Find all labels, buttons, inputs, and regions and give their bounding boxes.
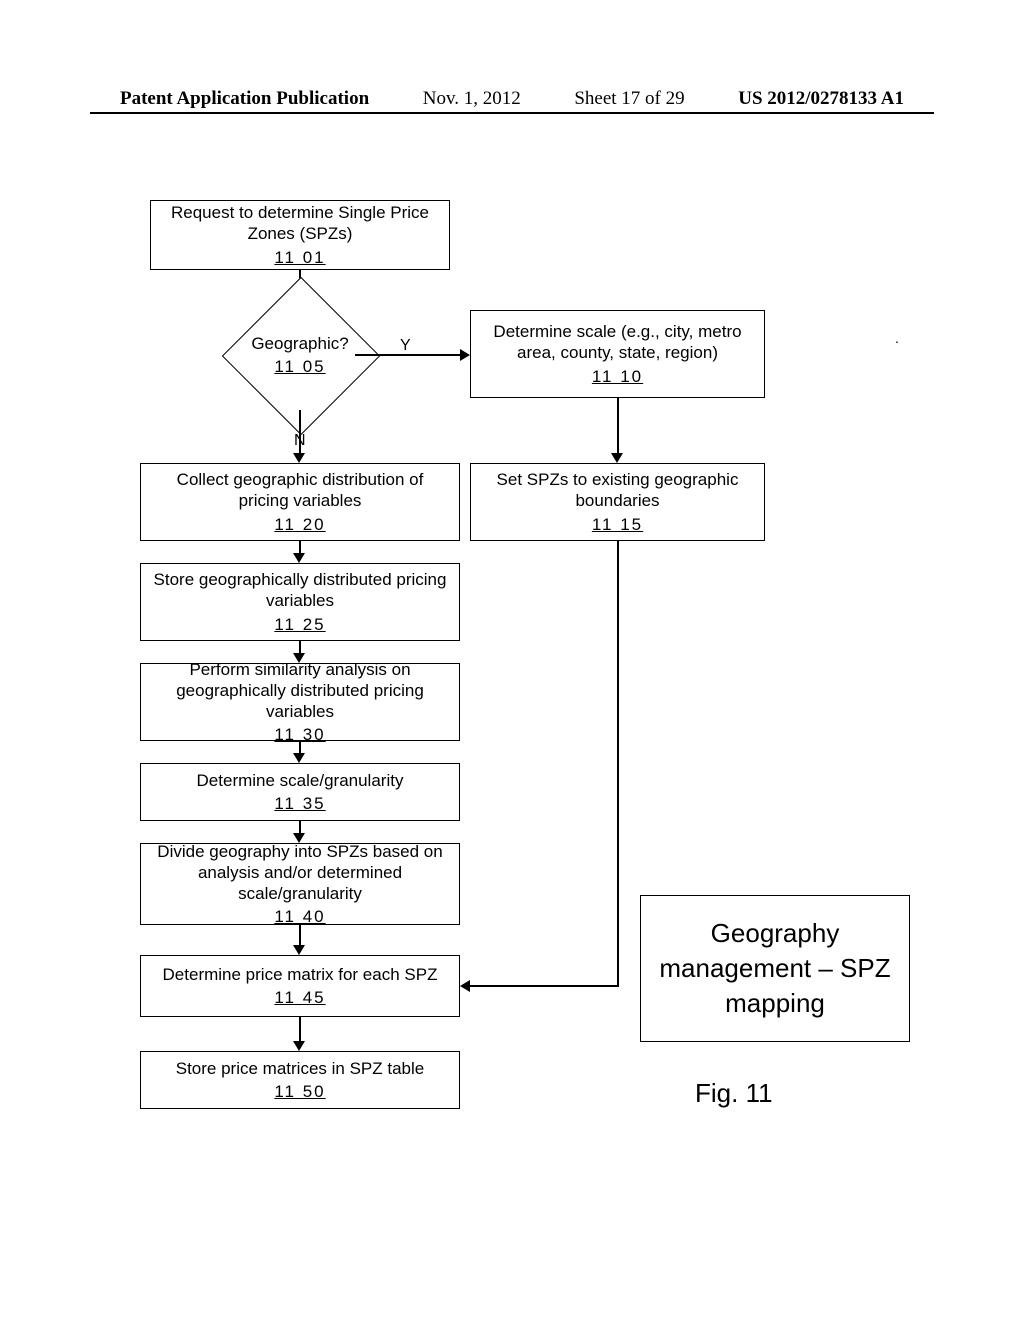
node-1135-ref: 11 35 xyxy=(274,793,325,814)
node-1101-text: Request to determine Single Price Zones … xyxy=(161,202,439,245)
node-1105-ref: 11 05 xyxy=(274,356,325,377)
node-1115-ref: 11 15 xyxy=(592,514,643,535)
node-1145: Determine price matrix for each SPZ 11 4… xyxy=(140,955,460,1017)
node-1145-ref: 11 45 xyxy=(274,987,325,1008)
node-1105-label: Geographic? 11 05 xyxy=(201,300,399,410)
arrowhead-1110-1115 xyxy=(611,453,623,463)
node-1125-text: Store geographically distributed pricing… xyxy=(151,569,449,612)
node-1130-text: Perform similarity analysis on geographi… xyxy=(151,659,449,723)
title-text: Geography management – SPZ mapping xyxy=(659,918,890,1018)
tick-mark: . xyxy=(895,330,899,346)
figure-label: Fig. 11 xyxy=(695,1078,773,1109)
label-yes: Y xyxy=(400,337,411,355)
header-sheet: Sheet 17 of 29 xyxy=(574,88,684,110)
arrow-1140-1145 xyxy=(299,925,301,947)
arrowhead-1105-1110 xyxy=(460,349,470,361)
node-1120-text: Collect geographic distribution of prici… xyxy=(151,469,449,512)
arrow-1110-1115 xyxy=(617,398,619,455)
node-1150-text: Store price matrices in SPZ table xyxy=(176,1058,424,1079)
node-1120-ref: 11 20 xyxy=(274,514,325,535)
arrowhead-1105-1120 xyxy=(293,453,305,463)
arrow-1115-1145-v xyxy=(617,541,619,985)
node-1115-text: Set SPZs to existing geographic boundari… xyxy=(481,469,754,512)
header-date: Nov. 1, 2012 xyxy=(423,88,521,110)
node-1115: Set SPZs to existing geographic boundari… xyxy=(470,463,765,541)
node-1110-text: Determine scale (e.g., city, metro area,… xyxy=(481,321,754,364)
page: Patent Application Publication Nov. 1, 2… xyxy=(0,0,1024,1320)
node-1120: Collect geographic distribution of prici… xyxy=(140,463,460,541)
node-1101-ref: 11 01 xyxy=(274,247,325,268)
arrowhead-1145-1150 xyxy=(293,1041,305,1051)
header-pubno: US 2012/0278133 A1 xyxy=(738,88,904,110)
node-1150-ref: 11 50 xyxy=(274,1081,325,1102)
header-left: Patent Application Publication xyxy=(120,88,369,110)
arrow-1145-1150 xyxy=(299,1017,301,1043)
node-1125-ref: 11 25 xyxy=(274,614,325,635)
node-1125: Store geographically distributed pricing… xyxy=(140,563,460,641)
page-header: Patent Application Publication Nov. 1, 2… xyxy=(0,88,1024,110)
arrowhead-1115-1145 xyxy=(460,980,470,992)
node-1140-text: Divide geography into SPZs based on anal… xyxy=(151,841,449,905)
arrowhead-1130-1135 xyxy=(293,753,305,763)
node-1110: Determine scale (e.g., city, metro area,… xyxy=(470,310,765,398)
arrow-1115-1145-h xyxy=(470,985,619,987)
node-1130: Perform similarity analysis on geographi… xyxy=(140,663,460,741)
title-box: Geography management – SPZ mapping xyxy=(640,895,910,1042)
header-rule xyxy=(90,112,934,114)
node-1110-ref: 11 10 xyxy=(592,366,643,387)
node-1105: Geographic? 11 05 xyxy=(245,300,355,410)
arrowhead-1140-1145 xyxy=(293,945,305,955)
node-1105-text: Geographic? xyxy=(251,333,348,354)
node-1150: Store price matrices in SPZ table 11 50 xyxy=(140,1051,460,1109)
label-no: N xyxy=(294,432,306,450)
node-1135-text: Determine scale/granularity xyxy=(197,770,404,791)
node-1135: Determine scale/granularity 11 35 xyxy=(140,763,460,821)
node-1101: Request to determine Single Price Zones … xyxy=(150,200,450,270)
node-1140: Divide geography into SPZs based on anal… xyxy=(140,843,460,925)
node-1145-text: Determine price matrix for each SPZ xyxy=(163,964,438,985)
arrowhead-1120-1125 xyxy=(293,553,305,563)
